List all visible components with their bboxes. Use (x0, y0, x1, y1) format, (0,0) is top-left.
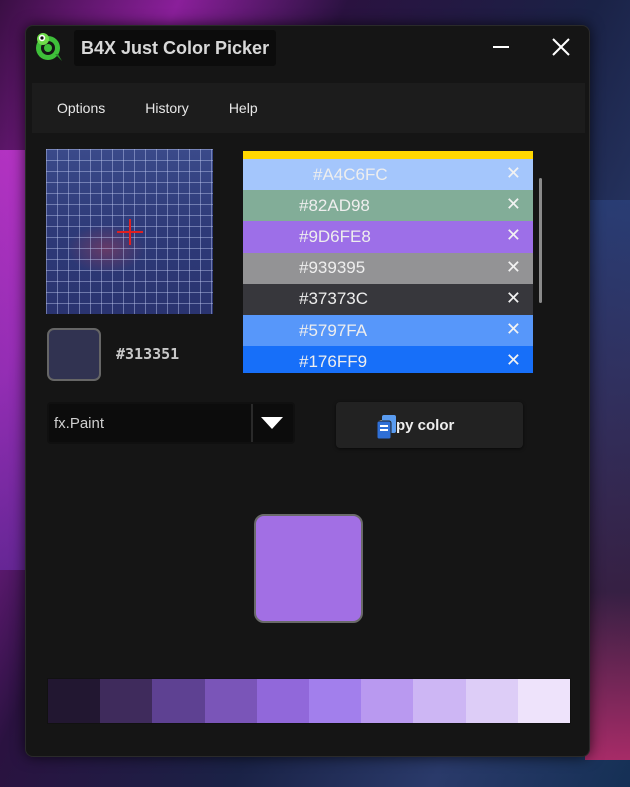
history-row[interactable]: #A4C6FC ✕ (243, 159, 533, 191)
color-history-list[interactable]: #A4C6FC ✕ #82AD98 ✕ #9D6FE8 ✕ #939395 ✕ #37373C ✕… (243, 151, 533, 373)
shade-swatch[interactable] (465, 679, 518, 723)
menu-help[interactable]: Help (229, 100, 258, 116)
history-hex-label: #5797FA (299, 320, 368, 340)
history-hex-label: #82AD98 (299, 195, 370, 215)
color-format-value: fx.Paint (54, 415, 105, 432)
remove-icon[interactable]: ✕ (506, 225, 521, 246)
remove-icon[interactable]: ✕ (506, 288, 521, 309)
shade-swatch[interactable] (100, 679, 153, 723)
dropdown-button[interactable] (251, 404, 293, 442)
history-scrollbar[interactable] (539, 178, 542, 303)
shade-swatch[interactable] (204, 679, 257, 723)
close-button[interactable] (541, 32, 581, 62)
shade-swatch[interactable] (256, 679, 310, 723)
history-row[interactable]: #82AD98 ✕ (243, 190, 533, 222)
remove-icon[interactable]: ✕ (506, 194, 521, 215)
crosshair-icon (129, 219, 131, 245)
chameleon-logo-icon (36, 33, 62, 61)
menu-bar: Options History Help (32, 83, 585, 133)
color-format-select[interactable]: fx.Paint (47, 402, 295, 444)
history-row[interactable]: #939395 ✕ (243, 252, 533, 284)
desktop-background-glow-right (585, 200, 630, 760)
menu-history[interactable]: History (145, 100, 189, 116)
history-row[interactable]: #37373C ✕ (243, 283, 533, 315)
history-hex-label: #A4C6FC (313, 164, 388, 184)
shade-swatch[interactable] (309, 679, 362, 723)
chevron-down-icon (261, 417, 283, 429)
copy-color-button[interactable]: Copy color (336, 402, 523, 448)
title-bar[interactable]: B4X Just Color Picker (26, 26, 589, 70)
minimize-icon (493, 46, 509, 48)
menu-options[interactable]: Options (57, 100, 105, 116)
preview-color-swatch (254, 514, 363, 623)
remove-icon[interactable]: ✕ (506, 257, 521, 278)
remove-icon[interactable]: ✕ (506, 163, 521, 184)
minimize-button[interactable] (481, 32, 521, 62)
shade-swatch[interactable] (517, 679, 571, 723)
shade-swatch[interactable] (361, 679, 414, 723)
shade-swatch[interactable] (152, 679, 205, 723)
app-window: B4X Just Color Picker Options History He… (25, 25, 590, 757)
history-row[interactable]: #5797FA ✕ (243, 314, 533, 347)
history-top-color[interactable] (243, 151, 533, 159)
history-hex-label: #939395 (299, 258, 366, 278)
magnifier-view[interactable] (46, 149, 213, 314)
history-row[interactable]: #9D6FE8 ✕ (243, 221, 533, 253)
current-color-swatch (47, 328, 101, 381)
shade-swatch[interactable] (413, 679, 466, 723)
remove-icon[interactable]: ✕ (506, 350, 521, 371)
current-color-hex: #313351 (116, 345, 180, 363)
shade-swatch[interactable] (48, 679, 101, 723)
copy-icon (376, 415, 396, 440)
close-icon (552, 38, 570, 56)
history-hex-label: #176FF9 (299, 351, 368, 371)
history-hex-label: #37373C (299, 289, 369, 309)
window-title: B4X Just Color Picker (74, 30, 277, 66)
remove-icon[interactable]: ✕ (506, 319, 521, 340)
shade-palette (47, 678, 571, 724)
history-hex-label: #9D6FE8 (299, 226, 371, 246)
history-row[interactable]: #176FF9 ✕ (243, 346, 533, 373)
